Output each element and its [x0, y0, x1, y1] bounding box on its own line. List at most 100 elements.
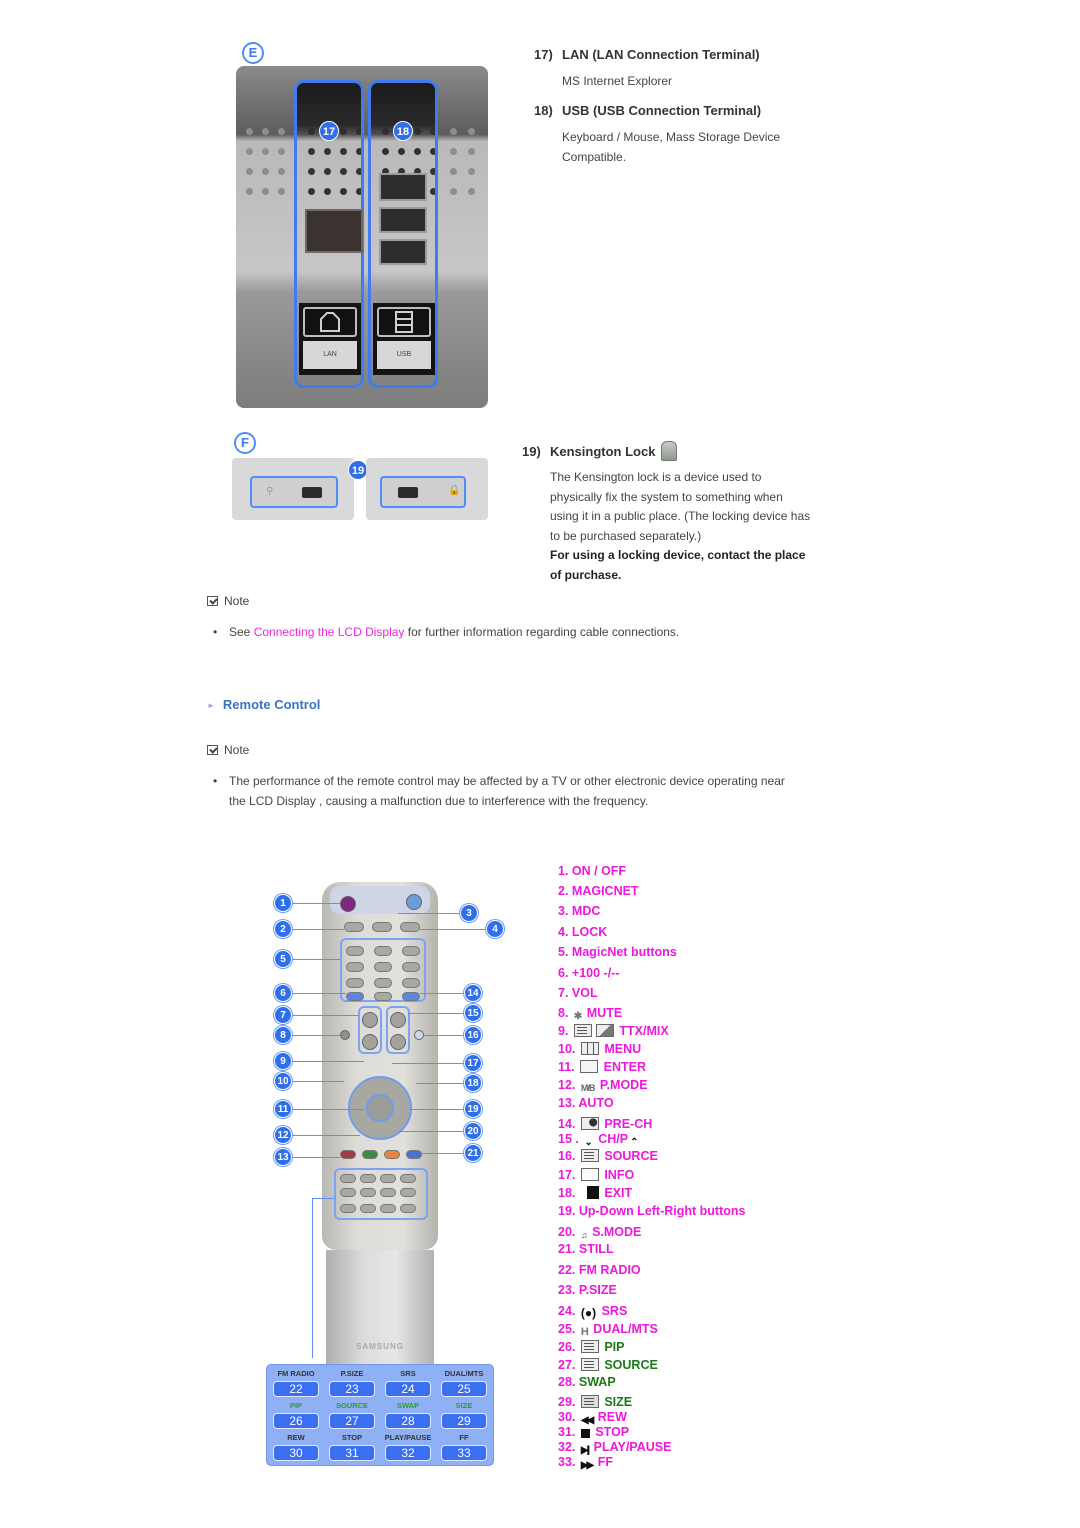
callout-line	[416, 1083, 464, 1084]
source-icon	[579, 1149, 601, 1163]
remote-list-number: 1.	[558, 864, 572, 878]
remote-list-item: 6. +100 -/--	[558, 966, 620, 980]
function-key	[340, 1188, 356, 1197]
remote-list-label: DUAL/MTS	[589, 1322, 658, 1336]
item-17-number: 17)	[534, 47, 553, 62]
pip-icon	[579, 1340, 601, 1354]
key-label: PLAY/PAUSE	[384, 1433, 432, 1442]
remote-list-number: 21.	[558, 1242, 579, 1256]
remote-list-item: 27. SOURCE	[558, 1358, 658, 1372]
mb-icon: M/B	[580, 1083, 595, 1093]
padlock-symbol-icon: 🔒	[448, 485, 461, 496]
figure-e: E 17 LAN 18 USB	[236, 42, 488, 408]
vent-hole	[246, 168, 253, 175]
remote-list-number: 6.	[558, 966, 572, 980]
callout-7: 7	[274, 1006, 292, 1024]
number-key	[374, 946, 392, 956]
red-button	[340, 1150, 356, 1159]
callout-6: 6	[274, 984, 292, 1002]
mute-icon: ✱	[573, 1011, 582, 1022]
callout-line	[292, 993, 346, 994]
magicnet-button	[344, 922, 364, 932]
remote-list-label: MENU	[600, 1042, 642, 1056]
remote-list-item: 29. SIZE	[558, 1395, 632, 1409]
key-label: REW	[287, 1433, 305, 1442]
remote-list-label: INFO	[600, 1168, 635, 1182]
key-number-29: 29	[441, 1413, 487, 1429]
brand-logo: SAMSUNG	[356, 1342, 404, 1351]
blue-button	[406, 1150, 422, 1159]
note-header: Note	[207, 594, 249, 608]
remote-list-item: 3. MDC	[558, 904, 600, 918]
key-number-23: 23	[329, 1381, 375, 1397]
remote-list-item: 2. MAGICNET	[558, 884, 639, 898]
item-19-heading: 19) Kensington Lock	[522, 441, 678, 461]
side-panel-left: ⚲	[232, 458, 354, 520]
remote-list-number: 7.	[558, 986, 572, 1000]
connecting-lcd-display-link[interactable]: Connecting the LCD Display	[254, 625, 405, 639]
remote-list-number: 27.	[558, 1358, 579, 1372]
function-key	[400, 1188, 416, 1197]
remote-list-number: 5.	[558, 945, 572, 959]
note-check-icon	[207, 596, 218, 606]
item-19-warning-line: of purchase.	[550, 567, 622, 582]
remote-note-line: the LCD Display , causing a malfunction …	[229, 793, 649, 808]
vent-hole	[450, 188, 457, 195]
callout-line	[420, 993, 464, 994]
remote-list-item: 14. PRE-CH	[558, 1117, 652, 1131]
remote-list-label: SOURCE	[600, 1149, 658, 1163]
vent-hole	[278, 168, 285, 175]
remote-list-label: P.SIZE	[578, 1283, 617, 1297]
remote-list-item: 16. SOURCE	[558, 1149, 658, 1163]
remote-list-item: 28. SWAP	[558, 1375, 616, 1389]
callout-line	[422, 1153, 464, 1154]
remote-control-title: Remote Control	[222, 697, 321, 712]
remote-list-number: 19.	[558, 1204, 579, 1218]
vol-down	[362, 1034, 378, 1050]
function-key	[340, 1174, 356, 1183]
remote-control-heading: ► Remote Control	[207, 697, 320, 712]
vent-hole	[468, 188, 475, 195]
item-18-body-line: Compatible.	[562, 149, 627, 164]
key-label: SWAP	[396, 1401, 420, 1410]
remote-list-number: 9.	[558, 1024, 572, 1038]
remote-note-bullet: • The performance of the remote control …	[213, 772, 833, 811]
remote-figure: SAMSUNG 1 2 3 4 5 6 7 8 9 10 11 12 13 14 15 16 17 18 19 20 2…	[260, 870, 520, 1470]
remote-list-label: MagicNet buttons	[571, 945, 677, 959]
remote-list-item: 5. MagicNet buttons	[558, 945, 677, 959]
callout-line	[400, 1131, 464, 1132]
note-label: Note	[224, 743, 250, 757]
remote-list-number: 26.	[558, 1340, 579, 1354]
callout-8: 8	[274, 1026, 292, 1044]
chevron-up-icon: ⌃	[630, 1137, 639, 1148]
function-key	[360, 1174, 376, 1183]
remote-list-item: 20. ♫ S.MODE	[558, 1225, 641, 1240]
key-number-22: 22	[273, 1381, 319, 1397]
key-number-31: 31	[329, 1445, 375, 1461]
callout-19: 19	[464, 1100, 482, 1118]
remote-list-item: 9. TTX/MIX	[558, 1024, 669, 1038]
remote-list-label: REW	[594, 1410, 627, 1424]
key-label: FM RADIO	[277, 1369, 315, 1378]
zero-key	[374, 992, 392, 1001]
item-19-body-line: to be purchased separately.)	[550, 528, 702, 543]
usb-port-highlight: 18 USB	[368, 80, 438, 388]
callout-11: 11	[274, 1100, 292, 1118]
callout-19: 19	[348, 460, 368, 480]
vent-hole	[450, 148, 457, 155]
remote-list-number: 24.	[558, 1304, 579, 1318]
chevron-down-icon: ⌄	[584, 1137, 593, 1148]
usb-port-2	[379, 207, 427, 233]
callout-1: 1	[274, 894, 292, 912]
pre-ch-icon	[579, 1117, 601, 1131]
plus-100-key	[346, 992, 364, 1001]
callout-line	[292, 1109, 364, 1110]
enter-button	[366, 1094, 394, 1122]
mdc-button	[372, 922, 392, 932]
remote-list-number: 32.	[558, 1440, 579, 1454]
note-text-prefix: See	[229, 625, 254, 639]
s-mode-icon: ♫	[580, 1230, 588, 1240]
remote-list-item: 24. (●) SRS	[558, 1304, 627, 1320]
remote-list-item: 30. ◀◀ REW	[558, 1410, 627, 1426]
callout-line	[292, 903, 340, 904]
